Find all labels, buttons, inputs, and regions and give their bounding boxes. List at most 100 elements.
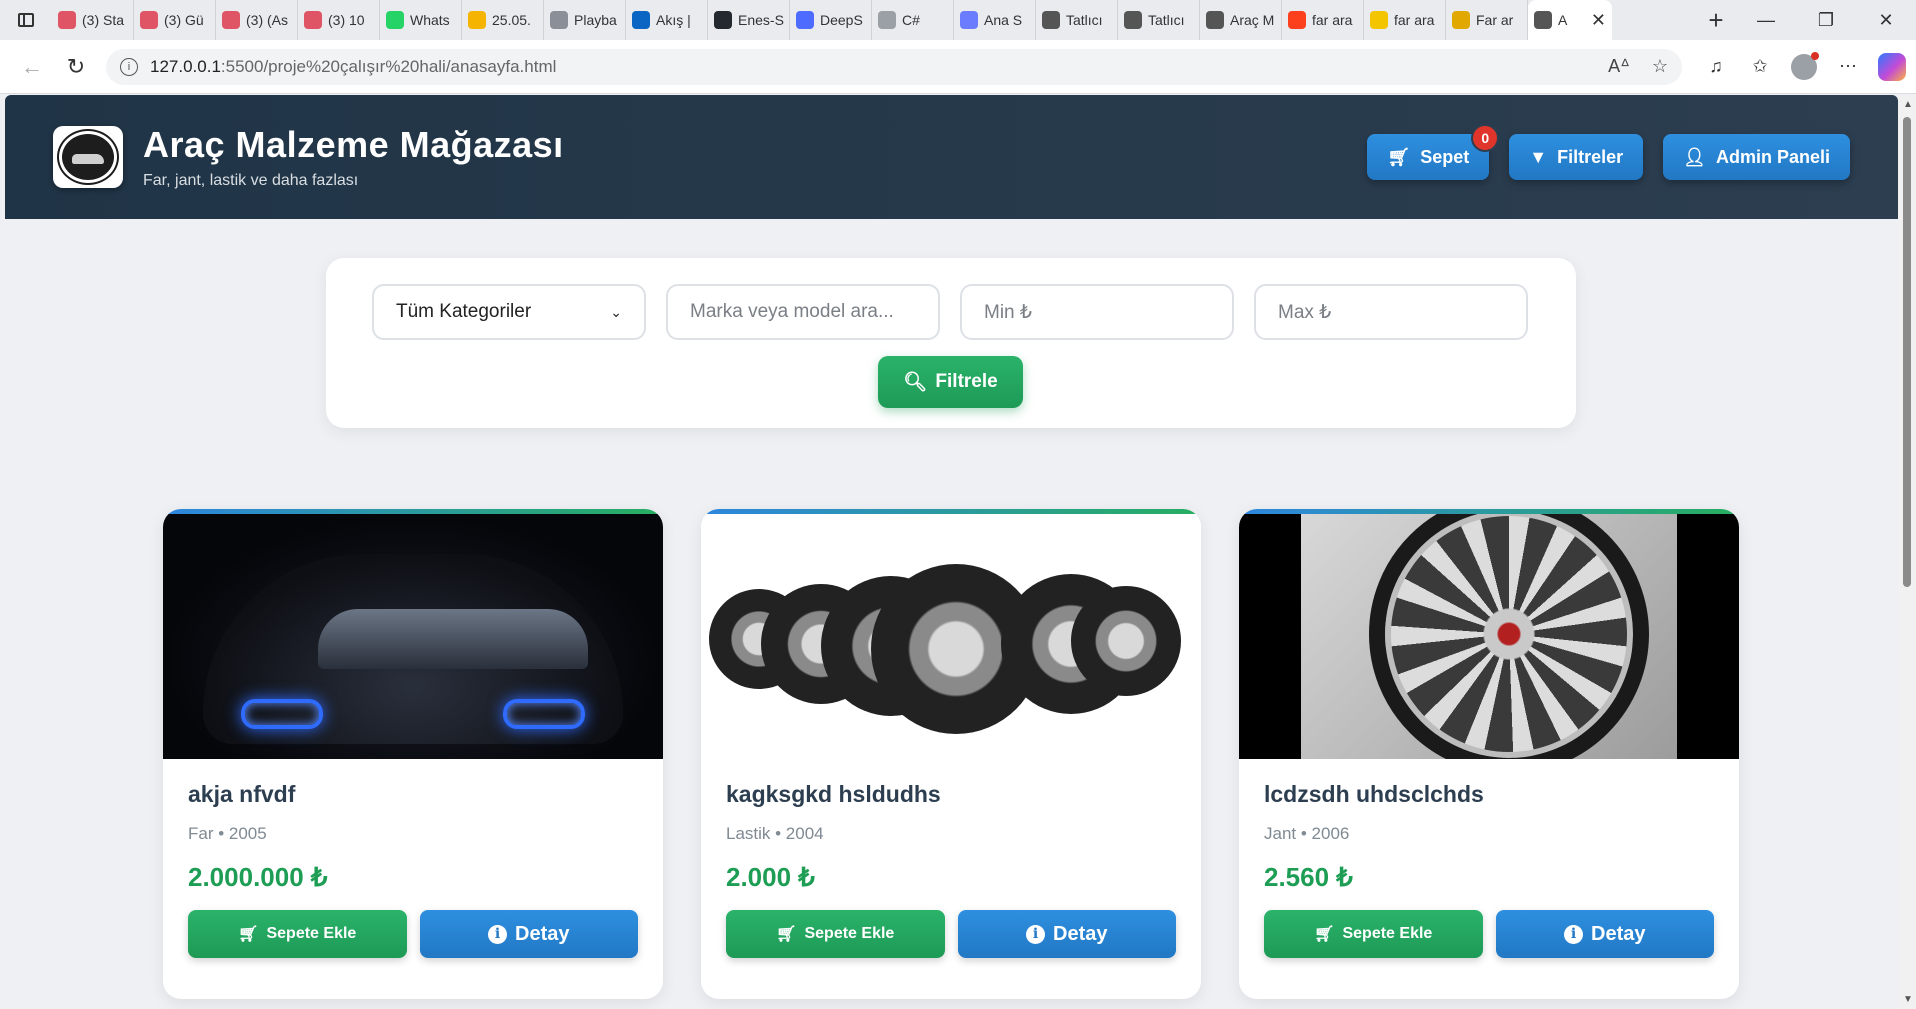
address-bar: ← ↻ i 127.0.0.1:5500/proje%20çalışır%20h… xyxy=(0,40,1916,94)
product-name: lcdzsdh uhdsclchds xyxy=(1264,781,1484,807)
product-image-tires[interactable] xyxy=(701,514,1201,759)
filters-button[interactable]: ▼ Filtreler xyxy=(1509,134,1644,180)
right-headlight-shape xyxy=(503,699,585,729)
scroll-down-icon[interactable]: ▼ xyxy=(1903,994,1913,1005)
close-window-button[interactable]: ✕ xyxy=(1856,0,1916,40)
browser-tab[interactable]: Whats xyxy=(380,0,462,40)
scroll-thumb[interactable] xyxy=(1903,117,1911,587)
browser-tab[interactable]: far ara xyxy=(1364,0,1446,40)
browser-tab-label: Araç M xyxy=(1230,12,1275,28)
browser-tab-label: Playba xyxy=(574,12,617,28)
browser-tab[interactable]: Enes-S xyxy=(708,0,790,40)
browser-tab-bar: (3) Sta (3) Gü (3) (As (3) 10 Whats 25.05. Pla… xyxy=(0,0,1916,40)
cart-button[interactable]: 🛒︎ Sepet 0 xyxy=(1367,124,1500,180)
back-button[interactable]: ← xyxy=(10,49,54,85)
add-to-cart-button[interactable]: 🛒︎ Sepete Ekle xyxy=(726,910,945,958)
drive-icon xyxy=(468,11,486,29)
read-aloud-icon[interactable]: Aᐞ xyxy=(1608,56,1630,77)
url-host: 127.0.0.1 xyxy=(150,56,221,76)
media-icon[interactable]: ♫ xyxy=(1702,53,1730,81)
globe-icon xyxy=(1534,11,1552,29)
browser-tab[interactable]: far ara xyxy=(1282,0,1364,40)
browser-tab[interactable]: Playba xyxy=(544,0,626,40)
browser-tab[interactable]: Araç M xyxy=(1200,0,1282,40)
page-subtitle: Far, jant, lastik ve daha fazlası xyxy=(143,172,359,189)
filter-submit-button[interactable]: 🔍︎ Filtrele xyxy=(878,356,1023,408)
bing-icon xyxy=(550,11,568,29)
browser-tab[interactable]: (3) Gü xyxy=(134,0,216,40)
left-headlight-shape xyxy=(241,699,323,729)
generic-icon xyxy=(878,11,896,29)
browser-tab-label: C# xyxy=(902,12,920,28)
browser-tab[interactable]: (3) 10 xyxy=(298,0,380,40)
browser-tab[interactable]: Far ar xyxy=(1446,0,1528,40)
openai-icon xyxy=(1042,11,1060,29)
browser-tab[interactable]: Tatlıcı xyxy=(1036,0,1118,40)
browser-tab-label: Ana S xyxy=(984,12,1023,28)
browser-tab-label: 25.05. xyxy=(492,12,531,28)
site-info-icon[interactable]: i xyxy=(120,57,138,76)
browser-tab-label: Akış | xyxy=(656,12,691,28)
minimize-button[interactable]: — xyxy=(1736,0,1796,40)
youtube-icon xyxy=(58,11,76,29)
browser-tab-label: (3) Gü xyxy=(164,12,204,28)
tire-shape xyxy=(1071,586,1181,696)
reload-button[interactable]: ↻ xyxy=(54,49,98,85)
product-image-headlight[interactable] xyxy=(163,514,663,759)
browser-tab-label: (3) (As xyxy=(246,12,288,28)
profile-avatar[interactable] xyxy=(1790,51,1819,81)
product-info: kagksgkd hsldudhs Lastik • 2004 2.000 ₺ … xyxy=(701,759,1201,958)
browser-tab[interactable]: C# xyxy=(872,0,954,40)
admin-panel-button[interactable]: 👤︎ Admin Paneli xyxy=(1663,134,1850,180)
tab-actions-button[interactable] xyxy=(0,0,52,40)
browser-tab[interactable]: (3) Sta xyxy=(52,0,134,40)
browser-tab[interactable]: (3) (As xyxy=(216,0,298,40)
product-price: 2.000.000 ₺ xyxy=(188,862,328,892)
category-select[interactable]: Tüm Kategoriler ⌄ xyxy=(372,284,646,340)
more-menu-icon[interactable]: ⋯ xyxy=(1834,53,1862,81)
cart-icon: 🛒︎ xyxy=(1387,146,1411,167)
info-icon: i xyxy=(488,924,507,944)
restore-button[interactable]: ❐ xyxy=(1796,0,1856,40)
user-cog-icon: 👤︎ xyxy=(1683,146,1706,167)
favorites-icon[interactable]: ✩ xyxy=(1746,53,1774,81)
browser-tab-label: (3) 10 xyxy=(328,12,365,28)
browser-tab[interactable]: Tatlıcı xyxy=(1118,0,1200,40)
browser-tab[interactable]: Ana S xyxy=(954,0,1036,40)
detail-button[interactable]: i Detay xyxy=(957,910,1176,958)
browser-tab-label: (3) Sta xyxy=(82,12,125,28)
brand-block: Araç Malzeme Mağazası Far, jant, lastik … xyxy=(143,124,564,190)
browser-tab[interactable]: DeepS xyxy=(790,0,872,40)
cart-add-icon: 🛒︎ xyxy=(238,926,259,943)
add-to-cart-button[interactable]: 🛒︎ Sepete Ekle xyxy=(1264,910,1483,958)
rim-shape xyxy=(1369,514,1649,759)
tab-actions-icon xyxy=(18,13,34,27)
browser-tab-label: far ara xyxy=(1312,12,1353,28)
browser-tab[interactable]: A ✕ xyxy=(1528,0,1612,40)
page-scrollbar[interactable]: ▲ ▼ xyxy=(1898,95,1916,1009)
add-to-cart-label: Sepete Ekle xyxy=(804,925,895,942)
url-field[interactable]: i 127.0.0.1:5500/proje%20çalışır%20hali/… xyxy=(106,48,1682,85)
category-value: Tüm Kategoriler xyxy=(396,301,532,322)
browser-tab[interactable]: Akış | xyxy=(626,0,708,40)
search-icon: 🔍︎ xyxy=(903,372,928,393)
linkedin-icon xyxy=(632,11,650,29)
new-tab-button[interactable]: + xyxy=(1696,0,1736,40)
close-tab-icon[interactable]: ✕ xyxy=(1591,10,1606,31)
filter-row: Tüm Kategoriler ⌄ Marka veya model ara..… xyxy=(372,284,1528,340)
browser-tab[interactable]: 25.05. xyxy=(462,0,544,40)
globe-icon xyxy=(1206,11,1224,29)
search-input[interactable]: Marka veya model ara... xyxy=(666,284,940,340)
max-price-input[interactable]: Max ₺ xyxy=(1254,284,1528,340)
add-to-cart-button[interactable]: 🛒︎ Sepete Ekle xyxy=(188,910,407,958)
info-icon: i xyxy=(1564,924,1583,944)
copilot-icon[interactable] xyxy=(1878,52,1906,81)
detail-button[interactable]: i Detay xyxy=(419,910,638,958)
min-price-input[interactable]: Min ₺ xyxy=(960,284,1234,340)
product-image-rim[interactable] xyxy=(1239,514,1739,759)
product-actions: 🛒︎ Sepete Ekle i Detay xyxy=(188,910,638,958)
cart-add-icon: 🛒︎ xyxy=(1314,926,1335,943)
favorite-star-icon[interactable]: ☆ xyxy=(1652,56,1668,77)
detail-button[interactable]: i Detay xyxy=(1495,910,1714,958)
scroll-up-icon[interactable]: ▲ xyxy=(1903,99,1913,110)
